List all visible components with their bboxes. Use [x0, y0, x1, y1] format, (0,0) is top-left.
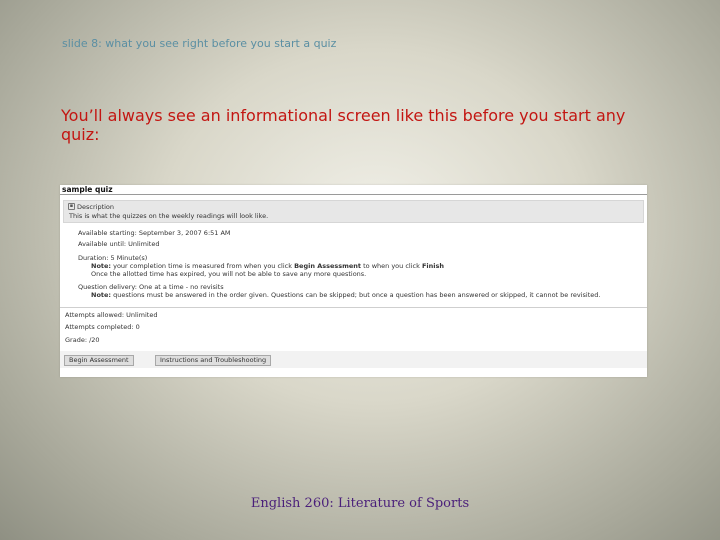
- available-starting: Available starting: September 3, 2007 6:…: [78, 229, 231, 237]
- description-text: This is what the quizzes on the weekly r…: [69, 212, 269, 220]
- note-text-mid: to when you click: [361, 262, 422, 270]
- note-completion-time: Note: your completion time is measured f…: [91, 262, 444, 270]
- description-bar: ▪ Description This is what the quizzes o…: [63, 200, 644, 223]
- note-begin: Begin Assessment: [294, 262, 362, 270]
- note-finish: Finish: [421, 262, 444, 270]
- quiz-title: sample quiz: [62, 185, 113, 194]
- note-expired: Once the allotted time has expired, you …: [91, 270, 367, 278]
- note-question-order: Note: questions must be answered in the …: [91, 291, 600, 299]
- grade: Grade: /20: [65, 336, 100, 344]
- description-heading: Description: [77, 203, 115, 211]
- duration: Duration: 5 Minute(s): [78, 254, 148, 262]
- slide-header: slide 8: what you see right before you s…: [62, 37, 337, 50]
- attempts-allowed: Attempts allowed: Unlimited: [65, 311, 158, 319]
- instructions-button[interactable]: Instructions and Troubleshooting: [155, 355, 272, 366]
- note-text: your completion time is measured from wh…: [111, 262, 295, 270]
- note-text: questions must be answered in the order …: [111, 291, 601, 299]
- question-delivery: Question delivery: One at a time - no re…: [78, 283, 224, 291]
- note-label: Note:: [91, 291, 112, 299]
- collapse-icon[interactable]: ▪: [68, 203, 75, 210]
- slide-title: You’ll always see an informational scree…: [61, 106, 626, 144]
- section-divider: [60, 307, 647, 308]
- button-bar: [60, 351, 647, 368]
- quiz-screenshot: sample quiz ▪ Description This is what t…: [60, 185, 647, 377]
- note-label: Note:: [91, 262, 112, 270]
- slide-footer: English 260: Literature of Sports: [250, 496, 470, 511]
- title-divider: [60, 194, 647, 195]
- begin-assessment-button[interactable]: Begin Assessment: [64, 355, 134, 366]
- attempts-completed: Attempts completed: 0: [65, 323, 140, 331]
- available-until: Available until: Unlimited: [78, 240, 160, 248]
